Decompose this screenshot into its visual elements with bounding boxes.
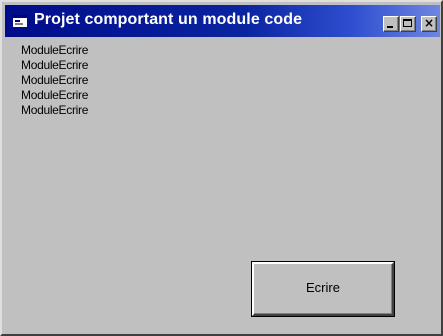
window-title: Projet comportant un module code bbox=[34, 11, 303, 28]
title-bar[interactable]: Projet comportant un module code × bbox=[5, 5, 440, 37]
output-line: ModuleEcrire bbox=[21, 88, 89, 102]
ecrire-button[interactable]: Ecrire bbox=[251, 261, 395, 317]
maximize-icon bbox=[403, 19, 412, 27]
output-line: ModuleEcrire bbox=[21, 58, 89, 72]
close-button[interactable]: × bbox=[421, 16, 437, 32]
ecrire-button-label: Ecrire bbox=[306, 280, 340, 295]
output-line: ModuleEcrire bbox=[21, 73, 89, 87]
maximize-button[interactable] bbox=[400, 16, 416, 32]
vb-form-window: Projet comportant un module code × Modul… bbox=[0, 0, 443, 336]
output-line: ModuleEcrire bbox=[21, 43, 89, 57]
minimize-button[interactable] bbox=[383, 16, 399, 32]
output-line: ModuleEcrire bbox=[21, 103, 89, 117]
output-text-area: ModuleEcrire ModuleEcrire ModuleEcrire M… bbox=[21, 43, 88, 118]
form-icon bbox=[13, 15, 27, 27]
minimize-icon bbox=[387, 26, 393, 28]
close-icon: × bbox=[423, 16, 435, 30]
